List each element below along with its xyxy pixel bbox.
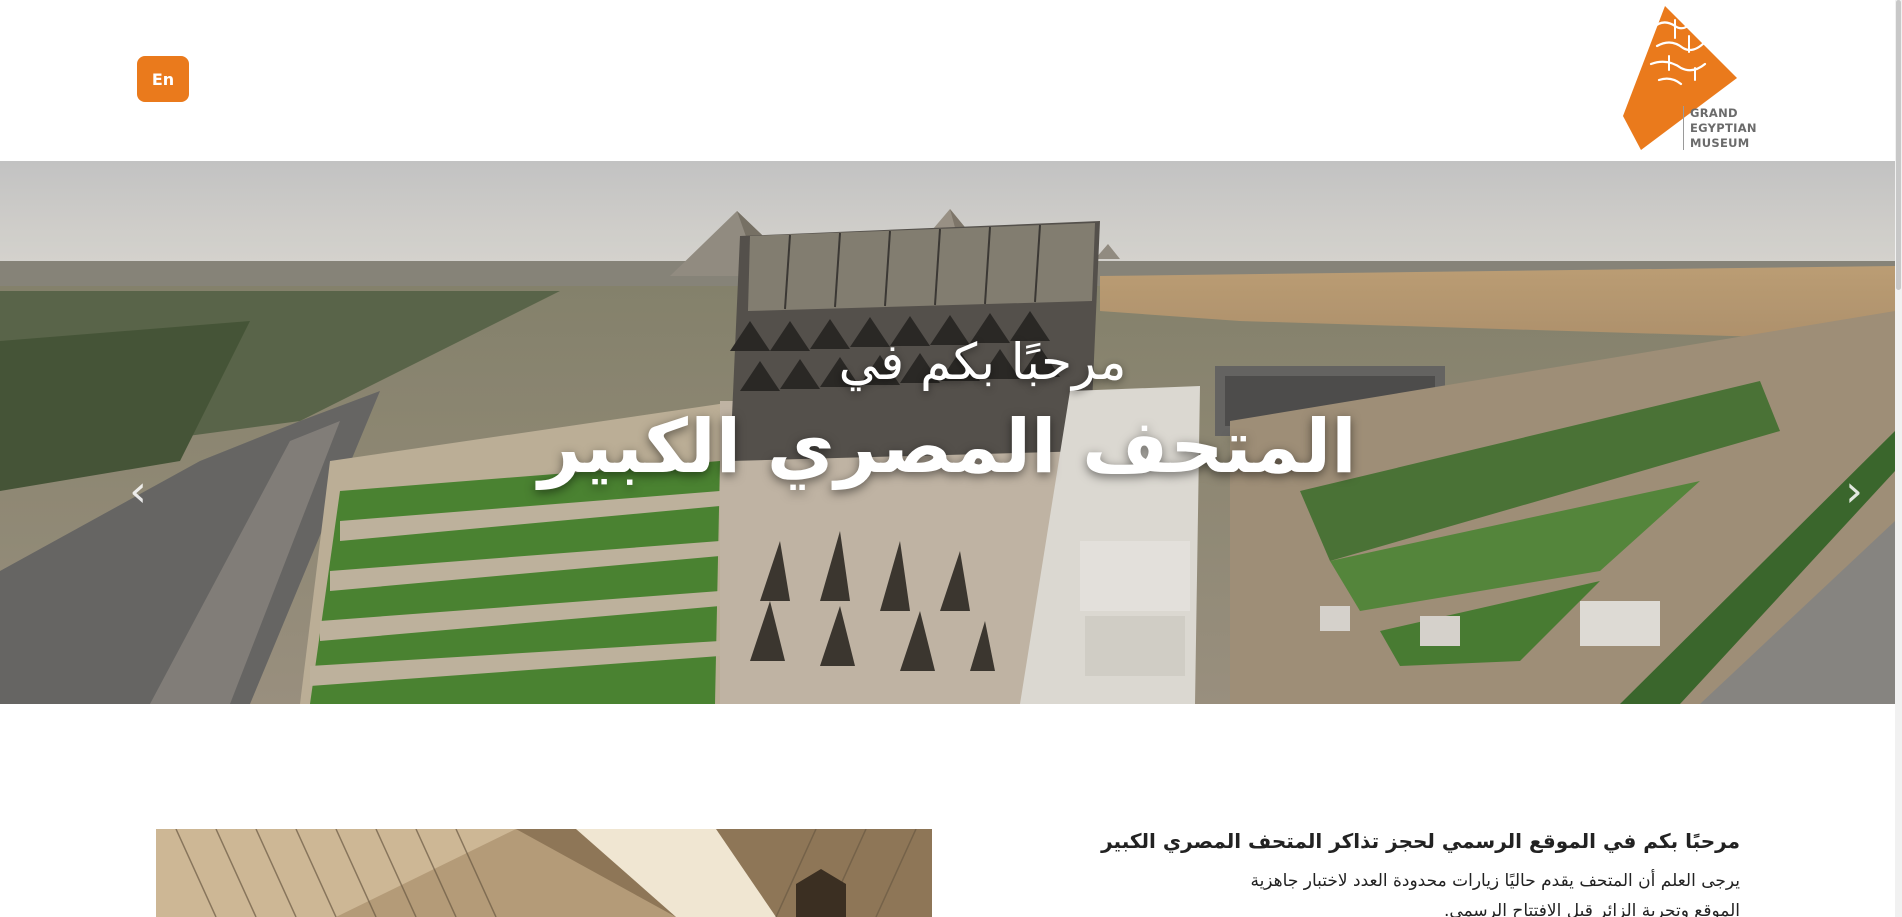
intro-heading: مرحبًا بكم في الموقع الرسمي لحجز تذاكر ا… bbox=[1101, 829, 1740, 853]
carousel-next-button[interactable]: › bbox=[1834, 461, 1874, 521]
page-scrollbar[interactable] bbox=[1895, 0, 1902, 917]
logo-divider bbox=[1683, 106, 1684, 150]
logo-line-3: MUSEUM bbox=[1690, 136, 1750, 150]
logo-line-1: GRAND bbox=[1690, 106, 1738, 120]
site-header: En GRAND EGYPTIAN MUSEUM bbox=[0, 0, 1902, 161]
carousel-prev-button[interactable]: ‹ bbox=[118, 461, 158, 521]
museum-interior-image bbox=[156, 829, 932, 917]
page: En GRAND EGYPTIAN MUSEUM مرحبًا بكم في ا… bbox=[0, 0, 1902, 917]
hero-carousel: مرحبًا بكم في المتحف المصري الكبير ‹ › bbox=[0, 161, 1895, 704]
intro-section: مرحبًا بكم في الموقع الرسمي لحجز تذاكر ا… bbox=[1101, 826, 1740, 917]
hero-image bbox=[0, 161, 1895, 704]
logo-line-2: EGYPTIAN bbox=[1690, 121, 1757, 135]
intro-body: يرجى العلم أن المتحف يقدم حاليًا زيارات … bbox=[1250, 871, 1740, 917]
chevron-right-icon: › bbox=[1845, 465, 1863, 517]
language-toggle-button[interactable]: En bbox=[137, 56, 189, 102]
chevron-left-icon: ‹ bbox=[129, 465, 147, 517]
scrollbar-thumb[interactable] bbox=[1896, 0, 1901, 290]
logo-wordmark: GRAND EGYPTIAN MUSEUM bbox=[1690, 106, 1757, 151]
